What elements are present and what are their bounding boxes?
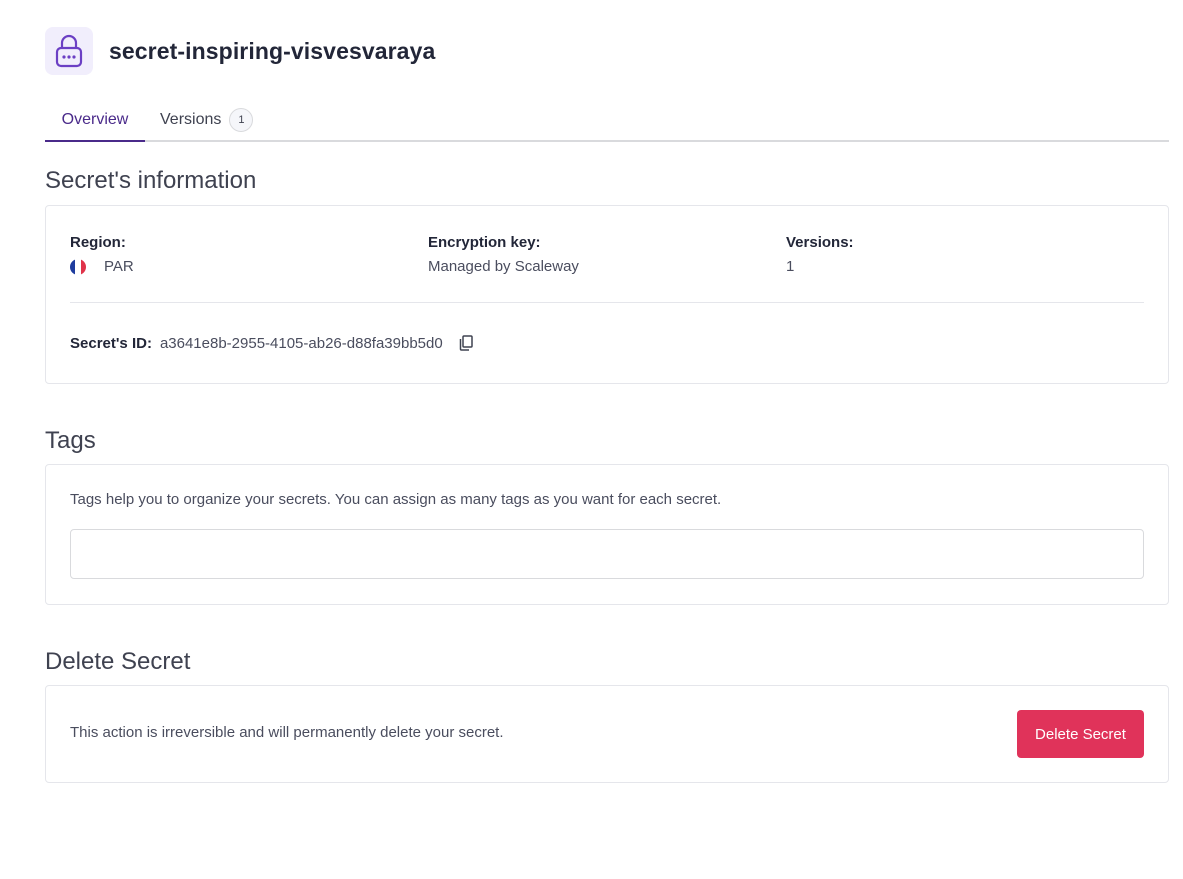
tab-overview[interactable]: Overview [45,100,145,142]
tab-versions[interactable]: Versions 1 [160,100,254,140]
region-label: Region: [70,234,126,251]
tags-input[interactable] [70,529,1144,579]
page-title: secret-inspiring-visvesvaraya [109,37,436,64]
france-flag-icon [70,258,86,275]
tags-help-text: Tags help you to organize your secrets. … [70,491,722,508]
encryption-value: Managed by Scaleway [428,258,579,275]
secret-id-row: Secret's ID: a3641e8b-2955-4105-ab26-d88… [70,334,475,352]
versions-count-badge: 1 [229,108,254,132]
secret-id-value: a3641e8b-2955-4105-ab26-d88fa39bb5d0 [159,334,443,352]
delete-section-title: Delete Secret [45,648,191,675]
versions-value: 1 [786,258,795,275]
info-divider [70,302,1144,303]
info-section-title: Secret's information [45,167,257,194]
region-value: PAR [70,258,134,275]
tags-card: Tags help you to organize your secrets. … [45,464,1169,605]
delete-secret-button[interactable]: Delete Secret [1017,710,1144,758]
lock-icon [45,27,93,75]
tab-bar: Overview Versions 1 [45,100,1169,142]
encryption-label: Encryption key: [428,234,541,251]
delete-card: This action is irreversible and will per… [45,685,1169,783]
delete-description: This action is irreversible and will per… [70,724,504,741]
page-header: secret-inspiring-visvesvaraya [45,27,435,75]
copy-icon[interactable] [457,334,475,352]
tags-section-title: Tags [45,427,96,454]
region-code: PAR [104,258,134,275]
tab-versions-label: Versions [160,111,222,128]
secret-id-label: Secret's ID: [70,334,152,352]
tab-overview-label: Overview [61,111,129,128]
versions-label: Versions: [786,234,854,251]
info-card: Region: PAR Encryption key: Managed by S… [45,205,1169,384]
